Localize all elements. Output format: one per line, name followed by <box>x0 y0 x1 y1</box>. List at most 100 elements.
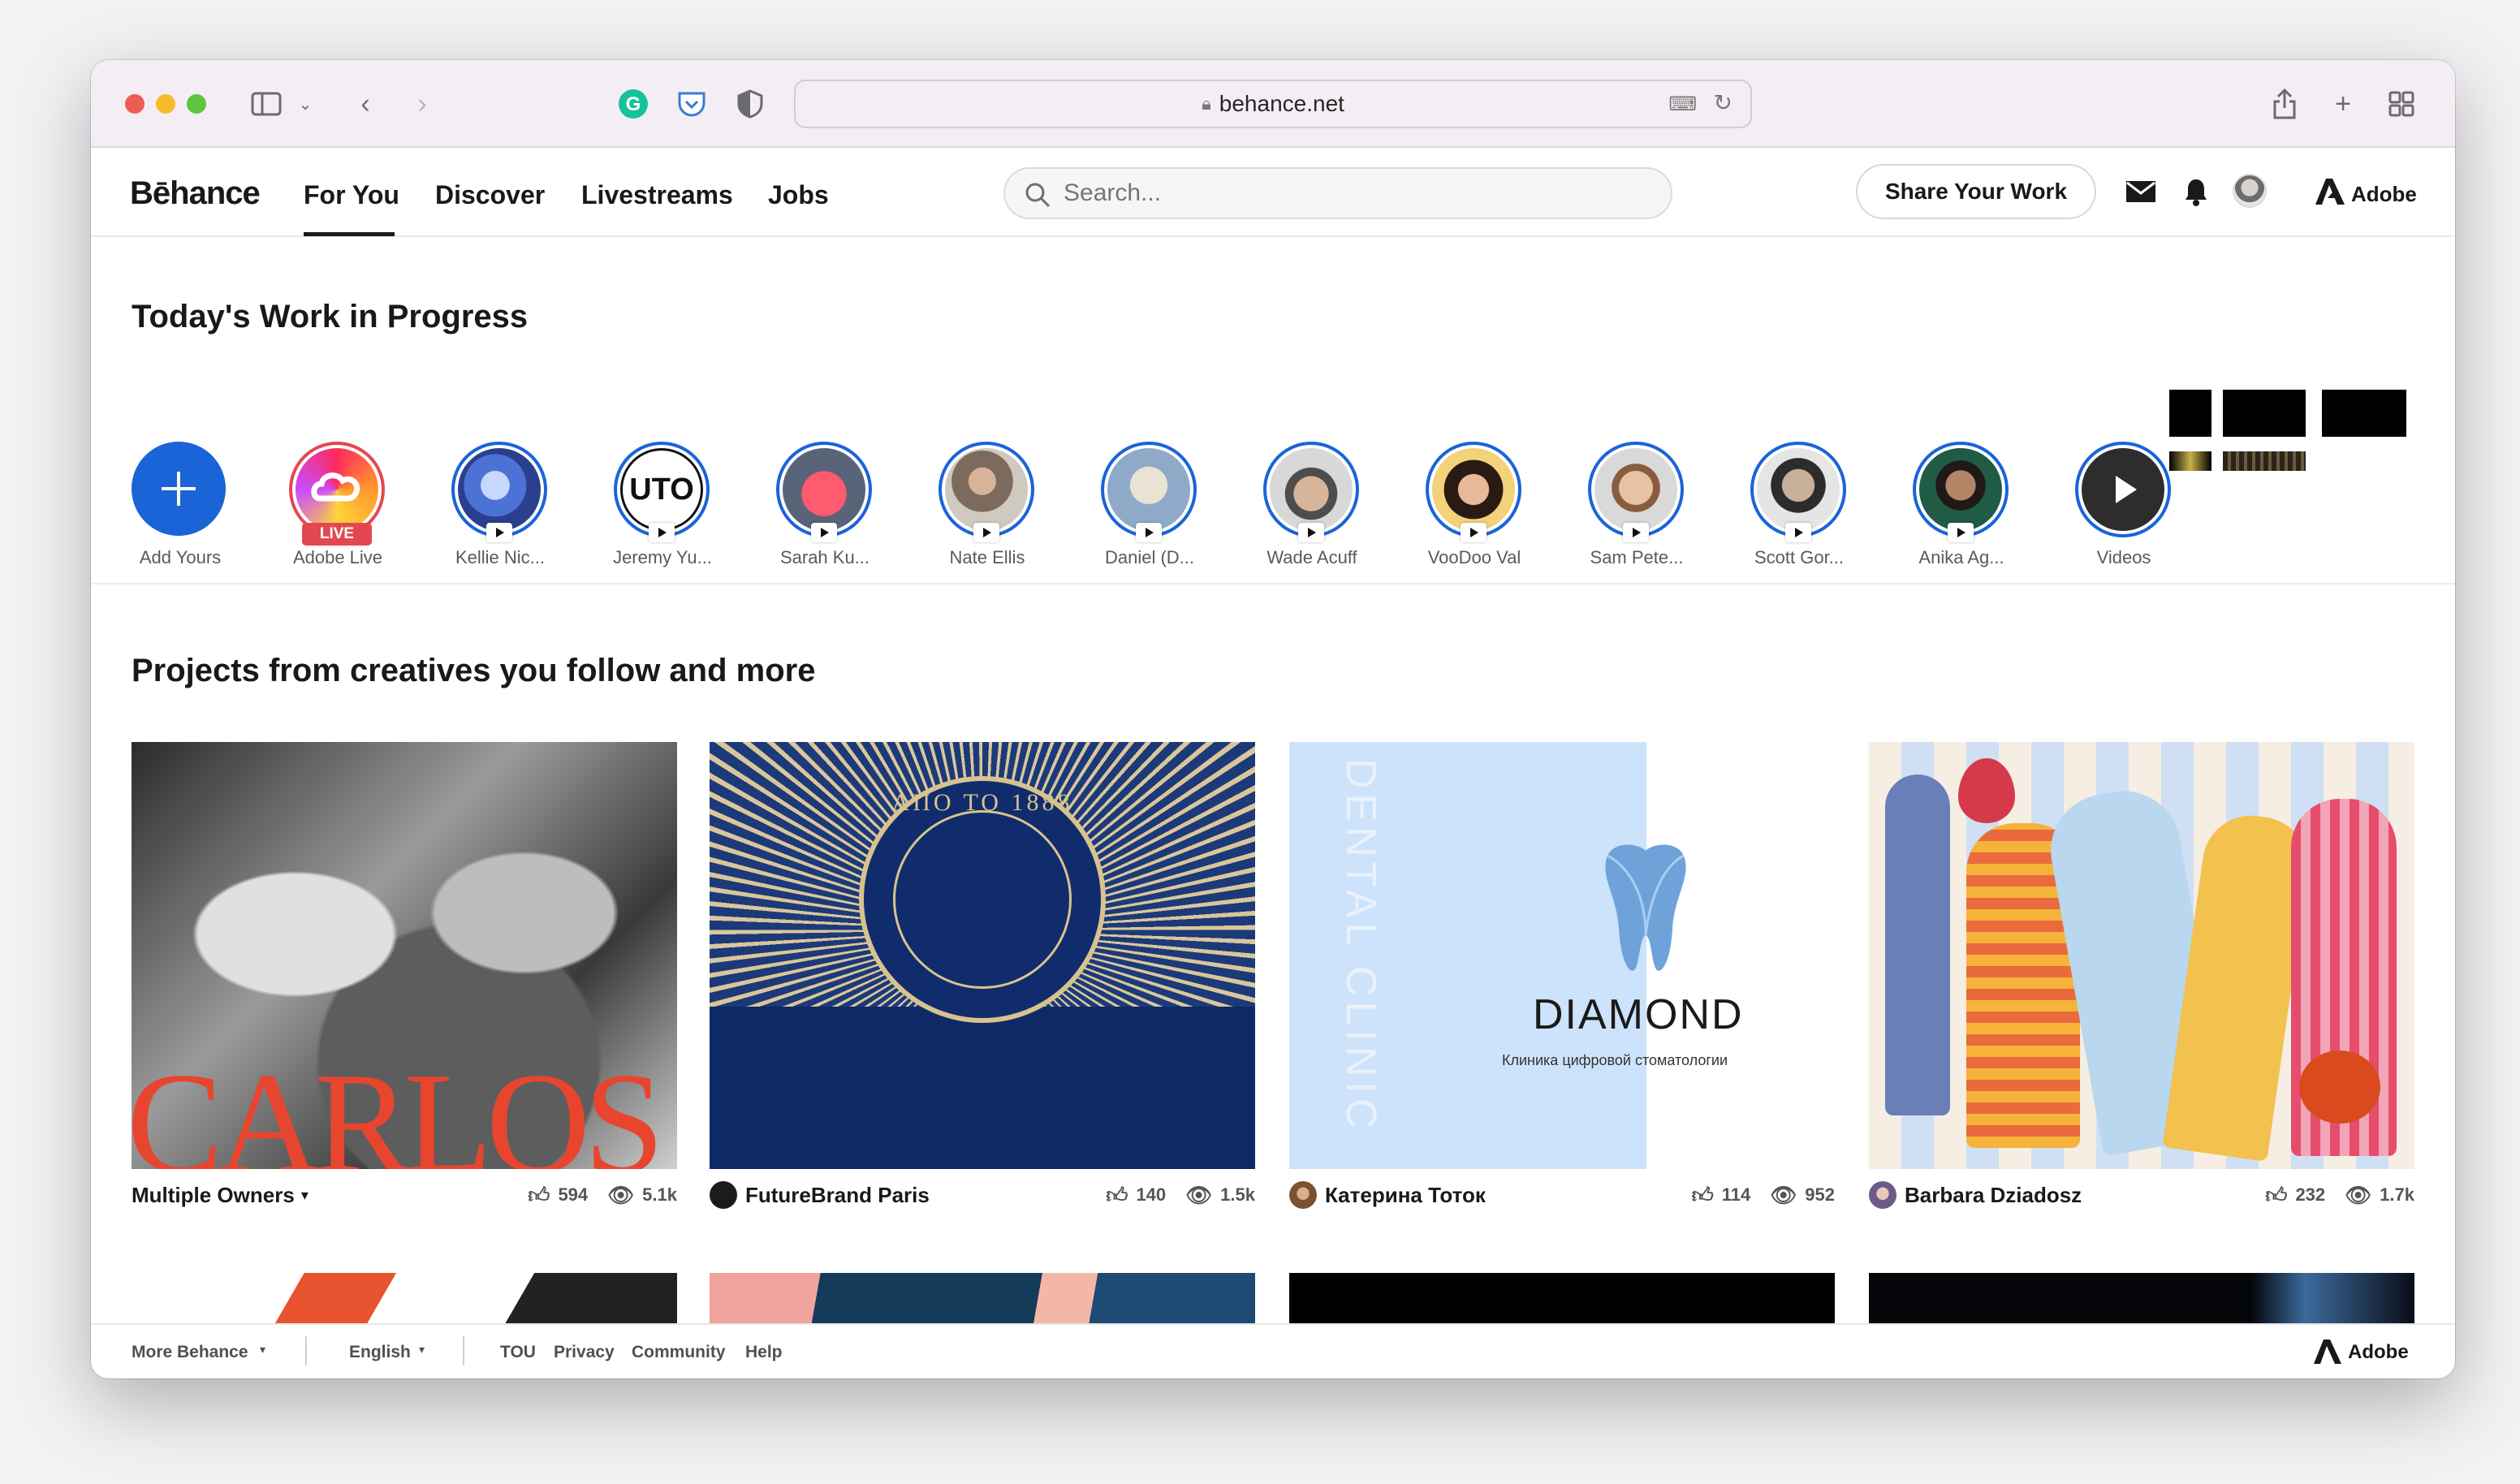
project-card[interactable] <box>1869 742 2414 1169</box>
story-item[interactable]: Scott Gor... <box>1750 442 1848 572</box>
grammarly-extension-icon[interactable]: G <box>617 88 649 120</box>
story-item[interactable]: Sarah Ku... <box>776 442 874 572</box>
zoom-window-button[interactable] <box>187 94 206 114</box>
close-window-button[interactable] <box>125 94 145 114</box>
videos-story[interactable]: Videos <box>2075 442 2173 572</box>
sidebar-toggle-icon[interactable] <box>250 88 283 120</box>
footer-link-tou[interactable]: TOU <box>500 1343 536 1362</box>
add-story-button[interactable] <box>132 442 226 536</box>
project-card[interactable] <box>1869 1273 2414 1325</box>
new-tab-icon[interactable]: + <box>2327 88 2359 120</box>
story-item[interactable]: VooDoo Val <box>1426 442 1523 572</box>
project-card[interactable] <box>1289 1273 1835 1325</box>
user-avatar[interactable] <box>2233 174 2267 208</box>
video-thumbnail[interactable] <box>2223 451 2306 471</box>
pocket-extension-icon[interactable] <box>675 88 708 120</box>
project-card[interactable]: DENTAL CLINIC DIAMOND Клиника цифровой с… <box>1289 742 1835 1169</box>
chevron-down-icon[interactable]: ▾ <box>419 1343 425 1357</box>
eye-icon: 👁︎ <box>2345 1182 2372 1207</box>
adobe-logo-icon[interactable] <box>2315 179 2345 205</box>
mail-icon[interactable] <box>2125 180 2156 203</box>
translate-icon[interactable]: ⌨ <box>1668 93 1697 116</box>
play-icon <box>486 523 512 542</box>
address-bar[interactable]: 🔒︎ behance.net ⌨ ↻ <box>794 80 1752 128</box>
story-item[interactable]: Kellie Nic... <box>451 442 549 572</box>
search-box[interactable] <box>1003 167 1672 219</box>
chevron-down-icon[interactable]: ▾ <box>260 1343 265 1357</box>
play-icon <box>1298 523 1324 542</box>
tooth-icon <box>1605 844 1686 971</box>
lock-icon: 🔒︎ <box>1202 93 1211 114</box>
bell-icon[interactable] <box>2184 177 2208 206</box>
adobe-label[interactable]: Adobe <box>2351 182 2417 207</box>
adobe-logo-icon[interactable] <box>2314 1339 2341 1364</box>
story-label: Jeremy Yu... <box>613 547 712 567</box>
nav-livestreams[interactable]: Livestreams <box>581 180 733 210</box>
thumbs-up-icon: 👍︎ <box>1106 1182 1128 1207</box>
story-item[interactable]: Wade Acuff <box>1263 442 1361 572</box>
owner-avatar[interactable] <box>1869 1181 1896 1209</box>
wip-title: Today's Work in Progress <box>132 299 529 334</box>
more-behance-menu[interactable]: More Behance <box>132 1343 248 1362</box>
illustration-figure <box>1885 774 1950 1115</box>
site-footer: More Behance ▾ English ▾ TOU Privacy Com… <box>91 1323 2455 1378</box>
owner-avatar[interactable] <box>1289 1181 1317 1209</box>
owner-avatar[interactable] <box>710 1181 737 1209</box>
add-yours-story[interactable]: Add Yours <box>132 442 229 572</box>
project-meta: Катерина Тоток 👍︎ 114 👁︎ 952 <box>1289 1179 1835 1211</box>
project-card[interactable]: ΑΠΟ ΤΟ 1888 <box>710 742 1255 1169</box>
project-owner[interactable]: Barbara Dziadosz <box>1905 1183 2082 1208</box>
play-icon <box>649 523 675 542</box>
project-card[interactable] <box>132 1273 677 1325</box>
chevron-down-icon[interactable]: ▾ <box>301 1187 309 1204</box>
behance-logo[interactable]: Bēhance <box>130 175 261 212</box>
search-input[interactable] <box>1064 177 1632 209</box>
story-item[interactable]: Nate Ellis <box>939 442 1036 572</box>
story-item[interactable]: LIVE Adobe Live <box>289 442 386 572</box>
video-thumbnail[interactable] <box>2322 390 2406 437</box>
nav-jobs[interactable]: Jobs <box>768 180 829 210</box>
shield-icon[interactable] <box>734 88 766 120</box>
footer-link-privacy[interactable]: Privacy <box>554 1343 615 1362</box>
story-item[interactable]: Sam Pete... <box>1588 442 1685 572</box>
project-meta: Multiple Owners ▾ 👍︎ 594 👁︎ 5.1k <box>132 1179 677 1211</box>
story-item[interactable]: Daniel (D... <box>1101 442 1198 572</box>
forward-icon[interactable]: › <box>406 88 438 120</box>
project-owner[interactable]: FutureBrand Paris <box>745 1183 930 1208</box>
project-card[interactable]: CARLOS <box>132 742 677 1169</box>
active-tab-indicator <box>304 232 395 236</box>
project-card[interactable] <box>710 1273 1255 1325</box>
project-owner[interactable]: Multiple Owners <box>132 1183 295 1208</box>
video-thumbnail[interactable] <box>2169 451 2211 471</box>
footer-link-community[interactable]: Community <box>632 1343 726 1362</box>
chevron-down-icon[interactable]: ⌄ <box>289 88 321 120</box>
project-meta: FutureBrand Paris 👍︎ 140 👁︎ 1.5k <box>710 1179 1255 1211</box>
story-label: Sarah Ku... <box>779 547 870 567</box>
views-count: 5.1k <box>642 1184 677 1205</box>
language-menu[interactable]: English <box>349 1343 411 1362</box>
play-icon <box>2116 476 2137 503</box>
projects-title: Projects from creatives you follow and m… <box>132 653 816 688</box>
video-thumbnail[interactable] <box>2169 390 2211 437</box>
story-item[interactable]: UTO Jeremy Yu... <box>613 442 712 572</box>
project-owner[interactable]: Катерина Тоток <box>1325 1183 1486 1208</box>
reload-icon[interactable]: ↻ <box>1714 89 1732 116</box>
nav-for-you[interactable]: For You <box>304 180 399 210</box>
nav-discover[interactable]: Discover <box>435 180 545 210</box>
share-icon[interactable] <box>2268 88 2301 120</box>
tab-overview-icon[interactable] <box>2385 88 2418 120</box>
minimize-window-button[interactable] <box>156 94 175 114</box>
illustration-fruit <box>2299 1050 2380 1124</box>
share-your-work-button[interactable]: Share Your Work <box>1856 164 2096 219</box>
footer-divider <box>305 1336 307 1365</box>
story-item[interactable]: Anika Ag... <box>1913 442 2010 572</box>
footer-link-help[interactable]: Help <box>745 1343 783 1362</box>
story-label: Scott Gor... <box>1754 547 1845 567</box>
adobe-label[interactable]: Adobe <box>2348 1341 2409 1364</box>
story-label: Videos <box>2096 547 2151 567</box>
views-count: 952 <box>1805 1184 1835 1205</box>
video-thumbnail[interactable] <box>2223 390 2306 437</box>
back-icon[interactable]: ‹ <box>349 88 382 120</box>
cover-title: DIAMOND <box>1533 991 1744 1038</box>
story-label: Kellie Nic... <box>455 547 546 567</box>
